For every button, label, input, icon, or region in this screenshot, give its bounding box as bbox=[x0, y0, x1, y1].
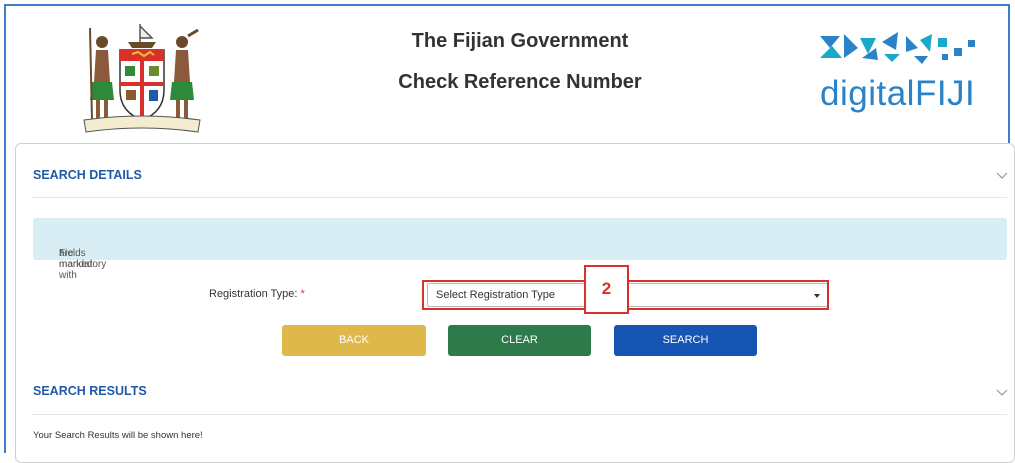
page-header: The Fijian Government Check Reference Nu… bbox=[0, 0, 1015, 140]
registration-type-label: Registration Type: * bbox=[209, 288, 305, 300]
required-marker: * bbox=[300, 288, 305, 300]
mandatory-info-suffix: are mandatory bbox=[59, 248, 107, 270]
digital-fiji-logo-mark bbox=[820, 32, 975, 64]
digital-fiji-logo: digitalFIJI bbox=[818, 28, 978, 124]
page-subtitle: Check Reference Number bbox=[398, 71, 642, 93]
chevron-down-icon[interactable] bbox=[996, 389, 1008, 397]
mandatory-info-banner: Fields marked with * are mandatory bbox=[33, 218, 1007, 281]
annotation-step-number: 2 bbox=[584, 265, 629, 314]
search-button[interactable]: SEARCH bbox=[614, 325, 757, 356]
search-results-heading[interactable]: SEARCH RESULTS bbox=[33, 384, 147, 398]
fiji-coat-of-arms bbox=[83, 24, 201, 133]
divider bbox=[32, 197, 1007, 198]
search-results-placeholder: Your Search Results will be shown here! bbox=[33, 430, 203, 441]
search-details-heading[interactable]: SEARCH DETAILS bbox=[33, 168, 142, 182]
divider bbox=[32, 414, 1007, 415]
chevron-down-icon[interactable] bbox=[996, 172, 1008, 180]
page-title: The Fijian Government bbox=[411, 30, 629, 52]
digital-fiji-wordmark: digitalFIJI bbox=[820, 74, 976, 113]
back-button[interactable]: BACK bbox=[282, 325, 426, 356]
clear-button[interactable]: CLEAR bbox=[448, 325, 591, 356]
registration-type-label-text: Registration Type: bbox=[209, 288, 298, 300]
title-block: The Fijian Government Check Reference Nu… bbox=[300, 30, 740, 94]
